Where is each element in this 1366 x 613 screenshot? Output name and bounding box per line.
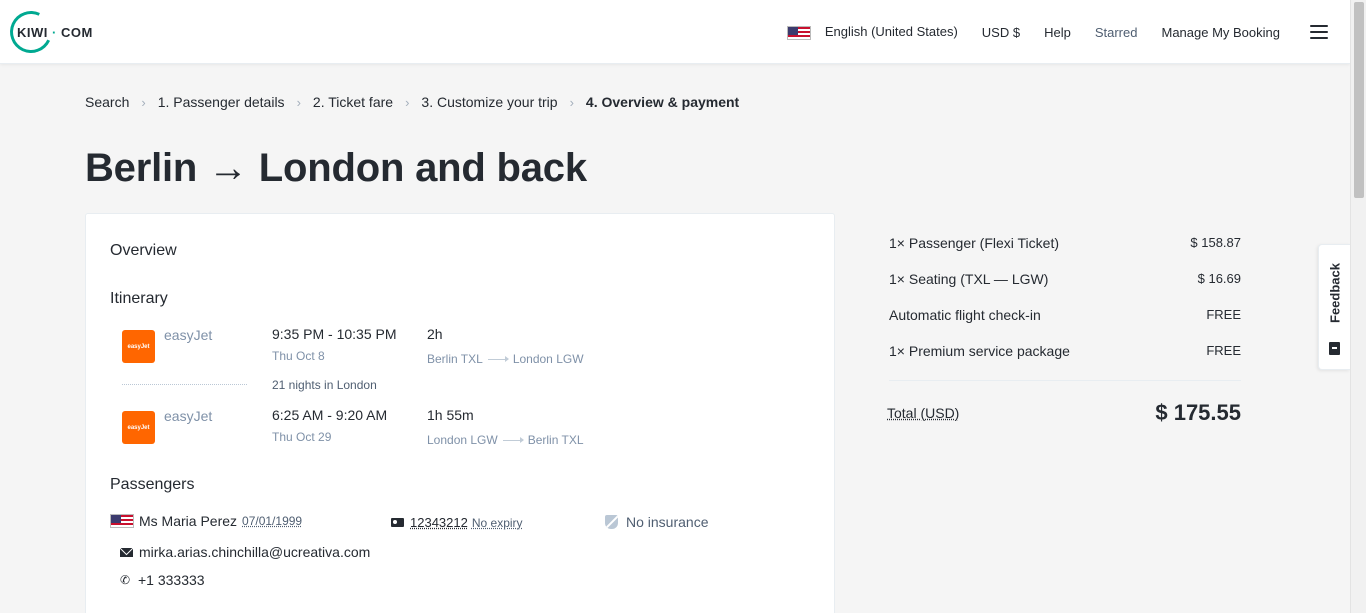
chevron-right-icon: › xyxy=(296,94,301,110)
airline-name: easyJet xyxy=(164,408,213,424)
passenger-email: mirka.arias.chinchilla@ucreativa.com xyxy=(139,544,371,560)
breadcrumb-passenger-details[interactable]: 1. Passenger details xyxy=(158,94,285,110)
price-row-passenger: 1× Passenger (Flexi Ticket) $ 158.87 xyxy=(889,235,1241,251)
flight-date: Thu Oct 29 xyxy=(272,430,332,444)
easyjet-logo-icon: easyJet xyxy=(122,330,155,363)
easyjet-logo-icon: easyJet xyxy=(122,411,155,444)
stay-divider xyxy=(122,384,247,385)
language-selector[interactable]: English (United States) xyxy=(787,24,958,40)
chevron-right-icon: › xyxy=(569,94,574,110)
chevron-right-icon: › xyxy=(141,94,146,110)
page-title: Berlin → London and back xyxy=(85,146,587,190)
arrow-right-icon xyxy=(487,355,509,362)
breadcrumb-overview-payment: 4. Overview & payment xyxy=(585,94,740,110)
price-label: Automatic flight check-in xyxy=(889,307,1041,323)
passenger-dob: 07/01/1999 xyxy=(242,514,303,528)
route-to: London LGW xyxy=(512,352,584,366)
language-label: English (United States) xyxy=(824,24,958,40)
id-expiry: No expiry xyxy=(471,515,523,530)
help-link[interactable]: Help xyxy=(1044,25,1071,40)
currency-selector[interactable]: USD $ xyxy=(982,25,1020,40)
logo-dot: · xyxy=(52,25,57,40)
passenger-name-row: Ms Maria Perez 07/01/1999 xyxy=(110,513,302,529)
feedback-label: Feedback xyxy=(1327,263,1343,323)
shield-off-icon xyxy=(605,515,618,529)
top-header: KIWI · COM English (United States) USD $… xyxy=(0,0,1350,64)
phone-icon: ✆ xyxy=(120,573,131,587)
price-amount: $ 16.69 xyxy=(1197,271,1241,286)
feedback-tab[interactable]: Feedback xyxy=(1318,244,1350,370)
flight-segment-return[interactable]: easyJet easyJet 6:25 AM - 9:20 AM Thu Oc… xyxy=(110,407,810,457)
price-row-premium: 1× Premium service package FREE xyxy=(889,343,1241,359)
route-from: Berlin TXL xyxy=(427,352,483,366)
price-label: 1× Premium service package xyxy=(889,343,1070,359)
flight-times: 6:25 AM - 9:20 AM xyxy=(272,407,388,423)
stay-duration: 21 nights in London xyxy=(272,378,377,392)
scrollbar-thumb[interactable] xyxy=(1354,2,1364,198)
price-amount: $ 158.87 xyxy=(1190,235,1241,250)
route-to: Berlin TXL xyxy=(527,433,584,447)
id-number: 12343212 xyxy=(410,515,468,530)
flight-segment-outbound[interactable]: easyJet easyJet 9:35 PM - 10:35 PM Thu O… xyxy=(110,326,810,376)
passenger-phone: +1 333333 xyxy=(138,572,205,588)
feedback-icon xyxy=(1329,342,1340,355)
flight-date: Thu Oct 8 xyxy=(272,349,325,363)
price-amount: FREE xyxy=(1206,307,1241,322)
total-label[interactable]: Total (USD) xyxy=(887,405,959,421)
breadcrumb-ticket-fare[interactable]: 2. Ticket fare xyxy=(313,94,393,110)
route-from: London LGW xyxy=(427,433,498,447)
price-row-checkin: Automatic flight check-in FREE xyxy=(889,307,1241,323)
logo-text: KIWI · COM xyxy=(17,25,93,40)
price-amount: FREE xyxy=(1206,343,1241,358)
logo-word: KIWI xyxy=(17,25,48,40)
insurance-status: No insurance xyxy=(605,514,709,530)
price-divider xyxy=(889,380,1241,381)
passenger-phone-row: ✆ +1 333333 xyxy=(120,572,205,588)
passengers-heading: Passengers xyxy=(110,476,195,493)
overview-card: Overview Itinerary easyJet easyJet 9:35 … xyxy=(85,213,835,613)
insurance-label: No insurance xyxy=(626,514,709,530)
menu-icon[interactable] xyxy=(1310,25,1328,39)
chevron-right-icon: › xyxy=(405,94,410,110)
flight-route: London LGW Berlin TXL xyxy=(427,433,584,447)
flight-duration: 1h 55m xyxy=(427,407,474,423)
manage-booking-link[interactable]: Manage My Booking xyxy=(1161,25,1280,40)
flight-route: Berlin TXL London LGW xyxy=(427,352,584,366)
itinerary-heading: Itinerary xyxy=(110,290,168,307)
passenger-id: 12343212 No expiry xyxy=(391,515,523,530)
breadcrumb-search[interactable]: Search xyxy=(85,94,129,110)
breadcrumb: Search › 1. Passenger details › 2. Ticke… xyxy=(85,94,739,110)
price-label: 1× Passenger (Flexi Ticket) xyxy=(889,235,1060,251)
header-nav: English (United States) USD $ Help Starr… xyxy=(763,0,1328,64)
kiwi-logo[interactable]: KIWI · COM xyxy=(4,5,100,59)
flight-duration: 2h xyxy=(427,326,443,342)
id-card-icon xyxy=(391,518,404,527)
passenger-email-row: mirka.arias.chinchilla@ucreativa.com xyxy=(120,544,370,560)
flight-times: 9:35 PM - 10:35 PM xyxy=(272,326,397,342)
us-flag-icon xyxy=(787,25,812,40)
mail-icon xyxy=(120,547,133,557)
overview-heading: Overview xyxy=(110,242,177,259)
breadcrumb-customize-trip[interactable]: 3. Customize your trip xyxy=(421,94,557,110)
arrow-right-icon xyxy=(502,436,524,443)
page-scrollbar[interactable] xyxy=(1350,0,1366,613)
total-value: $ 175.55 xyxy=(1155,400,1241,425)
passenger-name: Ms Maria Perez xyxy=(139,513,238,529)
logo-suffix: COM xyxy=(60,25,93,40)
us-flag-icon xyxy=(110,514,134,528)
price-label: 1× Seating (TXL — LGW) xyxy=(889,271,1049,287)
airline-name: easyJet xyxy=(164,327,213,343)
starred-link[interactable]: Starred xyxy=(1095,25,1138,40)
price-row-seating: 1× Seating (TXL — LGW) $ 16.69 xyxy=(889,271,1241,287)
